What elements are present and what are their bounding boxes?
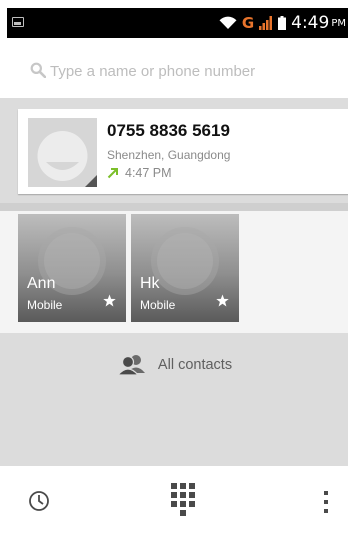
status-bar: G 4:49 PM <box>7 8 348 38</box>
recent-clock-icon[interactable] <box>28 490 50 512</box>
bottom-action-bar <box>0 466 348 533</box>
contacts-icon <box>116 355 145 376</box>
wifi-icon <box>219 16 237 29</box>
recent-call-location: Shenzhen, Guangdong <box>107 148 231 162</box>
signal-strength-icon <box>259 16 273 30</box>
outgoing-call-arrow-icon <box>107 168 118 179</box>
all-contacts-label: All contacts <box>157 357 233 373</box>
star-icon <box>216 294 229 307</box>
recent-call-number: 0755 8836 5619 <box>107 121 230 140</box>
dialer-screen: G 4:49 PM Type a name or phone number 07… <box>0 0 348 533</box>
overflow-menu-icon[interactable] <box>323 491 329 513</box>
status-clock: 4:49 <box>291 13 330 33</box>
quick-contact-corner-icon <box>85 175 97 187</box>
top-edge <box>0 0 348 8</box>
dialpad-icon[interactable] <box>171 483 195 519</box>
favorite-name: Hk <box>140 275 160 292</box>
search-icon <box>30 62 46 78</box>
favorite-contact-tile[interactable]: Ann Mobile <box>18 214 126 322</box>
favorite-name: Ann <box>27 275 56 292</box>
favorite-number-type: Mobile <box>140 298 176 312</box>
search-input[interactable] <box>48 58 322 84</box>
search-bar <box>0 38 348 98</box>
status-indicators: G 4:49 PM <box>219 8 346 38</box>
star-icon <box>103 294 116 307</box>
status-clock-ampm: PM <box>331 17 346 29</box>
recent-call-time: 4:47 PM <box>125 166 172 180</box>
screenshot-notification-icon <box>12 17 24 27</box>
favorite-number-type: Mobile <box>27 298 63 312</box>
battery-icon <box>278 16 287 30</box>
network-type-indicator: G <box>241 14 255 32</box>
contact-avatar <box>28 118 97 187</box>
all-contacts-button[interactable]: All contacts <box>0 333 348 397</box>
recent-call-detail: 4:47 PM <box>107 165 172 181</box>
favorite-contact-tile[interactable]: Hk Mobile <box>131 214 239 322</box>
section-divider <box>0 203 348 211</box>
recent-call-card[interactable]: 0755 8836 5619 Shenzhen, Guangdong 4:47 … <box>18 109 348 194</box>
